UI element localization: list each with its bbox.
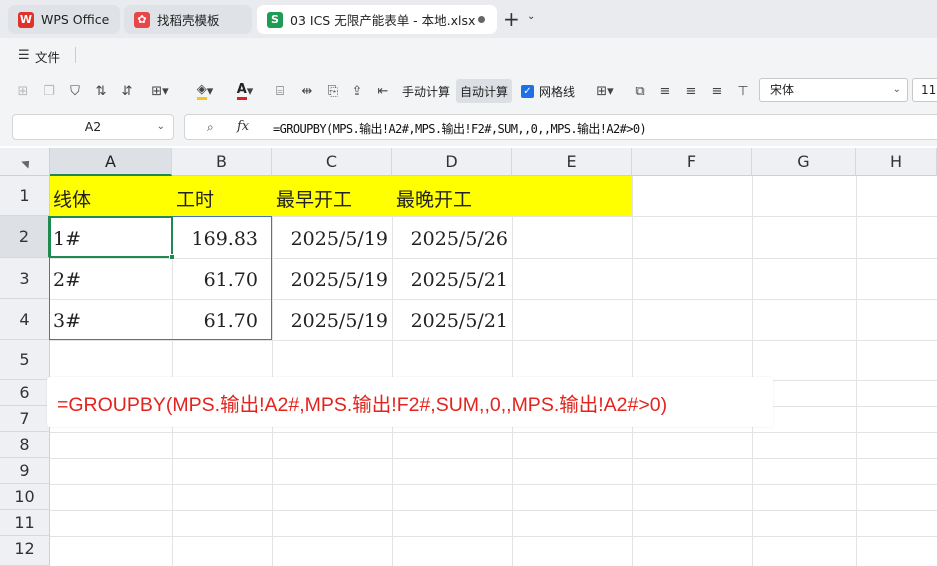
row-header-8[interactable]: 8	[0, 432, 50, 458]
row-header-11[interactable]: 11	[0, 510, 50, 536]
gridlines-toggle[interactable]: ✓ 网格线	[517, 79, 579, 103]
cell-b1[interactable]: 工时	[176, 185, 214, 212]
checkbox-checked-icon: ✓	[521, 84, 534, 98]
chevron-down-icon: ⌄	[892, 84, 901, 95]
docer-icon: ✿	[134, 11, 150, 28]
number-format-icon[interactable]: ⊞	[14, 81, 32, 101]
cell-a1[interactable]: 线体	[53, 185, 91, 212]
row-header-2[interactable]: 2	[0, 216, 50, 258]
row-header-9[interactable]: 9	[0, 458, 50, 484]
row-header-5[interactable]: 5	[0, 340, 50, 380]
conditional-format-icon[interactable]: ⧉	[630, 81, 650, 101]
row-divider	[50, 484, 937, 485]
col-header-c[interactable]: C	[272, 148, 392, 176]
menu-divider	[75, 47, 76, 63]
align-center-icon[interactable]: ≡	[682, 81, 700, 101]
format-painter-icon[interactable]: ⌸	[270, 81, 290, 101]
col-header-f[interactable]: F	[632, 148, 752, 176]
fill-handle[interactable]	[169, 254, 175, 260]
tab-close-icon[interactable]	[478, 16, 485, 23]
cell-c1[interactable]: 最早开工	[276, 185, 352, 212]
tab-templates[interactable]: ✿ 找稻壳模板	[124, 5, 252, 34]
tab-label: 03 ICS 无限产能表单 - 本地.xlsx	[290, 13, 476, 28]
col-header-g[interactable]: G	[752, 148, 856, 176]
tab-wps-office[interactable]: W WPS Office	[8, 5, 120, 34]
col-header-d[interactable]: D	[392, 148, 512, 176]
paste-icon[interactable]: ❐	[40, 81, 58, 101]
cell-d4[interactable]: 2025/5/21	[392, 310, 508, 332]
row-divider	[50, 458, 937, 459]
col-header-b[interactable]: B	[172, 148, 272, 176]
sort-icon[interactable]: ⇅	[92, 81, 110, 101]
auto-calc-button[interactable]: 自动计算	[456, 79, 513, 103]
cell-c4[interactable]: 2025/5/19	[272, 310, 388, 332]
filter-icon[interactable]: ⛉	[66, 81, 84, 101]
tab-label: 找稻壳模板	[157, 13, 220, 28]
fx-icon[interactable]: fx	[237, 119, 249, 134]
cell-d3[interactable]: 2025/5/21	[392, 269, 508, 291]
col-divider	[752, 176, 753, 566]
column-width-icon[interactable]: ⇹	[298, 81, 316, 101]
borders-icon[interactable]: ⊞▾	[146, 81, 174, 101]
sort-desc-icon[interactable]: ⇵	[118, 81, 136, 101]
gridlines-label: 网格线	[539, 84, 576, 99]
formula-input[interactable]: ⌕ fx =GROUPBY(MPS.输出!A2#,MPS.输出!F2#,SUM,…	[184, 114, 937, 140]
align-top-icon[interactable]: ⊤	[734, 81, 752, 101]
row-divider	[50, 536, 937, 537]
row-header-7[interactable]: 7	[0, 406, 50, 432]
chevron-down-icon: ⌄	[156, 121, 165, 132]
font-family-value: 宋体	[770, 83, 795, 97]
formula-callout: =GROUPBY(MPS.输出!A2#,MPS.输出!F2#,SUM,,0,,M…	[47, 377, 773, 427]
font-size-value: 11	[921, 83, 937, 97]
row-header-4[interactable]: 4	[0, 299, 50, 340]
cell-c2[interactable]: 2025/5/19	[272, 228, 388, 250]
col-divider	[856, 176, 857, 566]
chevron-down-icon[interactable]: ⌄	[527, 11, 535, 22]
zoom-icon[interactable]: ⌕	[207, 120, 214, 135]
row-divider	[50, 432, 937, 433]
font-size-select[interactable]: 11	[912, 78, 937, 102]
tab-label: WPS Office	[41, 12, 110, 27]
col-header-h[interactable]: H	[856, 148, 937, 176]
font-color-icon[interactable]: A ▾	[230, 81, 260, 101]
row-divider	[50, 510, 937, 511]
wps-logo-icon: W	[18, 11, 34, 28]
row-divider	[50, 340, 937, 341]
active-cell-border	[49, 216, 173, 258]
align-right-icon[interactable]: ≡	[708, 81, 726, 101]
row-header-1[interactable]: 1	[0, 176, 50, 216]
col-header-a[interactable]: A	[50, 148, 172, 176]
export-icon[interactable]: ⇪	[348, 81, 366, 101]
manual-calc-button[interactable]: 手动计算	[398, 79, 454, 103]
import-icon[interactable]: ⇤	[374, 81, 392, 101]
col-header-e[interactable]: E	[512, 148, 632, 176]
formula-callout-text: =GROUPBY(MPS.输出!A2#,MPS.输出!F2#,SUM,,0,,M…	[57, 394, 668, 416]
cell-d2[interactable]: 2025/5/26	[392, 228, 508, 250]
cell-d1[interactable]: 最晚开工	[396, 185, 472, 212]
menu-bar: ☰ 文件	[0, 38, 937, 72]
spreadsheet-icon: S	[267, 11, 283, 28]
row-header-3[interactable]: 3	[0, 258, 50, 299]
tab-document[interactable]: S 03 ICS 无限产能表单 - 本地.xlsx	[257, 5, 497, 34]
hamburger-menu-icon[interactable]: ☰	[18, 48, 30, 63]
cell-c3[interactable]: 2025/5/19	[272, 269, 388, 291]
fill-color-icon[interactable]: ◈ ▾	[190, 81, 220, 101]
wrap-icon[interactable]: ⎘	[324, 81, 342, 101]
align-left-icon[interactable]: ≡	[656, 81, 674, 101]
col-divider	[632, 176, 633, 566]
new-tab-icon[interactable]: +	[503, 7, 520, 31]
name-box[interactable]: A2 ⌄	[12, 114, 174, 140]
row-header-12[interactable]: 12	[0, 536, 50, 566]
name-box-value: A2	[84, 119, 102, 134]
formula-text: =GROUPBY(MPS.输出!A2#,MPS.输出!F2#,SUM,,0,,M…	[273, 122, 647, 136]
tab-bar: W WPS Office ✿ 找稻壳模板 S 03 ICS 无限产能表单 - 本…	[0, 0, 937, 38]
menu-file[interactable]: 文件	[35, 47, 60, 66]
font-family-select[interactable]: 宋体 ⌄	[759, 78, 908, 102]
row-header-6[interactable]: 6	[0, 380, 50, 406]
formula-bar: A2 ⌄ ⌕ fx =GROUPBY(MPS.输出!A2#,MPS.输出!F2#…	[0, 110, 937, 146]
table-style-icon[interactable]: ⊞▾	[590, 81, 620, 101]
row-header-10[interactable]: 10	[0, 484, 50, 510]
